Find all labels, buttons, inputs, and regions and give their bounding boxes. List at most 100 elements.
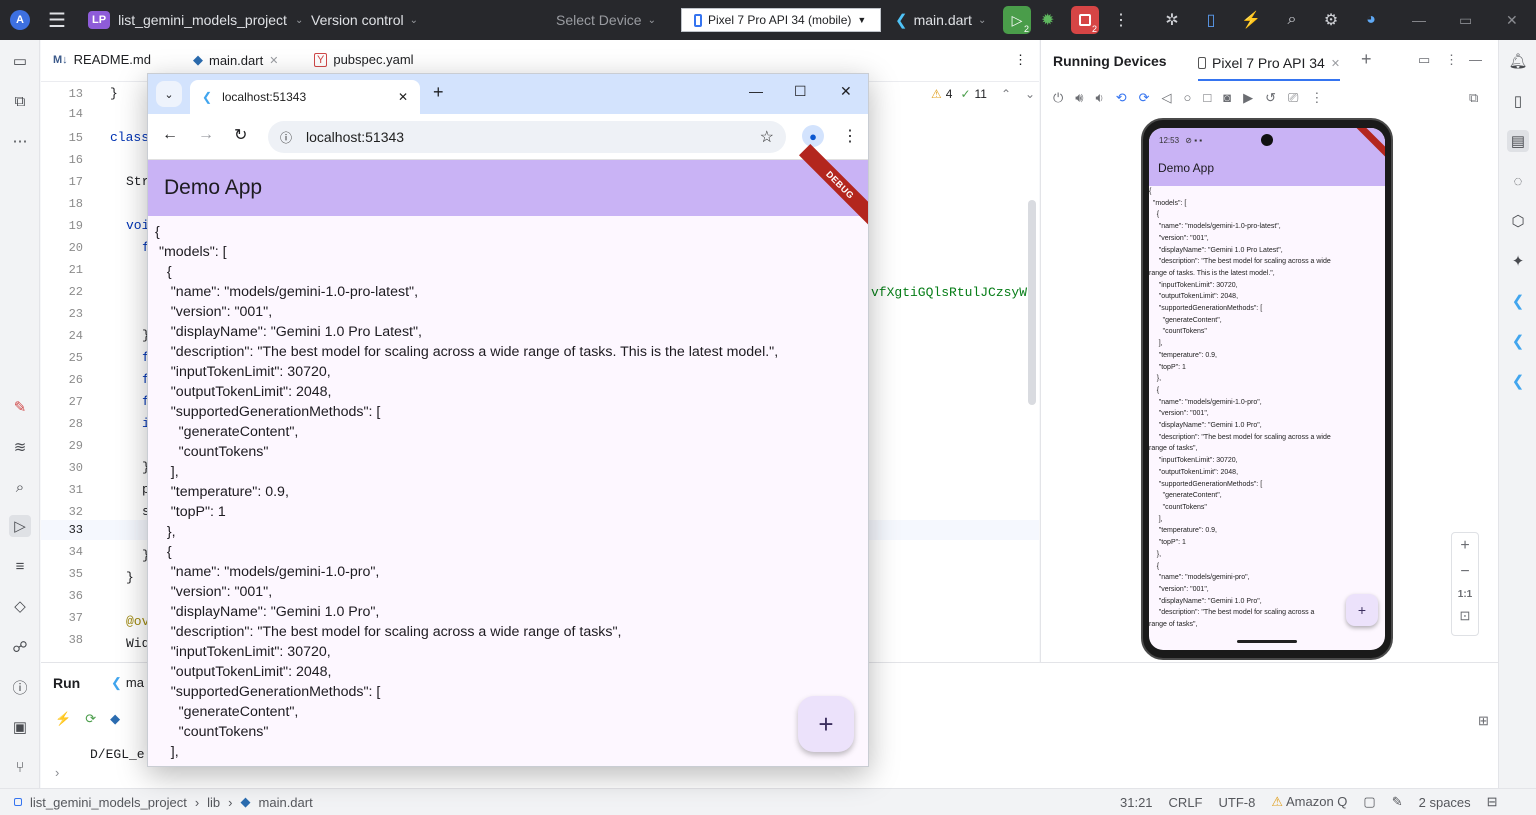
close-tab-icon[interactable]: ✕ [398, 90, 408, 104]
close-icon[interactable]: ✕ [1331, 57, 1340, 70]
device-tab[interactable]: Pixel 7 Pro API 34 ✕ [1198, 47, 1341, 81]
stop-button[interactable]: 2 [1071, 6, 1099, 34]
chevron-down-icon[interactable]: ⌄ [1025, 87, 1035, 101]
hot-reload-icon[interactable]: ⚡ [55, 711, 71, 727]
forward-icon[interactable]: → [198, 126, 214, 144]
structure-icon[interactable]: ⧉ [9, 90, 31, 112]
device-mirror-icon[interactable]: ▯ [1507, 90, 1529, 112]
flutter-outline-icon[interactable]: ❮ [1507, 370, 1529, 392]
code-line[interactable]: } [110, 84, 118, 104]
gemini-icon[interactable]: ◕ [1360, 0, 1382, 40]
app-logo-icon[interactable]: A [10, 0, 30, 40]
more-tools-icon[interactable]: ⋯ [9, 130, 31, 152]
api-key-string[interactable]: vfXgtiGQlsRtulJCzsyWl [871, 283, 1035, 303]
back-icon[interactable]: ← [162, 126, 178, 144]
select-device-dropdown[interactable]: Select Device ⌄ [556, 0, 656, 40]
close-window-icon[interactable]: ✕ [840, 83, 852, 100]
editor-scrollbar[interactable] [1028, 200, 1036, 405]
code-line[interactable]: @ov [126, 612, 149, 632]
tab-search-icon[interactable]: ⌄ [156, 81, 182, 107]
devtools-icon[interactable]: ◆ [110, 711, 120, 727]
address-bar[interactable]: ⓘ localhost:51343 ☆ [268, 121, 786, 153]
search-icon[interactable]: ⌕ [1281, 0, 1303, 40]
close-icon[interactable]: ✕ [269, 54, 278, 67]
overview-icon[interactable]: □ [1203, 90, 1211, 106]
more-icon[interactable]: ⋮ [1310, 90, 1323, 106]
minimize-icon[interactable]: — [1412, 0, 1426, 40]
site-info-icon[interactable]: ⓘ [280, 129, 292, 146]
fab-button[interactable]: + [798, 696, 854, 752]
tab-pubspec[interactable]: Y pubspec.yaml [314, 52, 414, 67]
screenshot-icon[interactable]: ◙ [1223, 90, 1231, 106]
layout-toggle-icon[interactable]: ⊞ [1478, 713, 1489, 729]
code-line[interactable]: class [110, 128, 149, 148]
logcat-icon[interactable]: ≡ [9, 555, 31, 577]
project-selector[interactable]: LP list_gemini_models_project ⌄ [88, 0, 303, 40]
new-tab-icon[interactable]: + [433, 82, 444, 103]
zoom-in-icon[interactable]: + [1460, 537, 1469, 555]
flutter-performance-icon[interactable]: ❮ [1507, 330, 1529, 352]
sparkle-icon[interactable]: ✦ [1507, 250, 1529, 272]
power-icon[interactable]: ⏻ [1053, 90, 1063, 106]
run-tab[interactable]: Run [53, 675, 80, 691]
lock-icon[interactable]: ▢ [1363, 794, 1375, 810]
layout-icon[interactable]: ▭ [1418, 52, 1430, 68]
zoom-fit-icon[interactable]: ⊡ [1460, 608, 1471, 624]
run-subtab[interactable]: ❮ ma [111, 675, 144, 691]
code-line[interactable]: Wid [126, 634, 149, 654]
breadcrumb-lib[interactable]: lib [207, 795, 220, 810]
mirror-icon[interactable]: ⧉ [1469, 90, 1478, 106]
code-line[interactable]: voi [126, 216, 149, 236]
zoom-actual-button[interactable]: 1:1 [1458, 589, 1472, 600]
code-line[interactable]: Str [126, 172, 149, 192]
add-device-icon[interactable]: + [1361, 49, 1372, 70]
hot-restart-icon[interactable]: ⟳ [85, 711, 96, 727]
maximize-icon[interactable]: ☐ [794, 83, 807, 100]
run-config-selector[interactable]: ❮ main.dart ⌄ [895, 0, 986, 40]
chevron-up-icon[interactable]: ⌃ [1001, 87, 1011, 101]
git-icon[interactable]: ⑂ [9, 756, 31, 778]
hexagon-icon[interactable]: ⬡ [1507, 210, 1529, 232]
maximize-icon[interactable]: ▭ [1459, 0, 1472, 40]
terminal-icon[interactable]: ▣ [9, 716, 31, 738]
phone-fab-button[interactable]: + [1346, 594, 1378, 626]
settings-icon[interactable]: ⚙ [1320, 0, 1342, 40]
caret-position[interactable]: 31:21 [1120, 795, 1153, 810]
rotate-left-icon[interactable]: ⟲ [1116, 90, 1127, 106]
gem-icon[interactable]: ◇ [9, 595, 31, 617]
close-icon[interactable]: ✕ [1506, 0, 1518, 40]
rotate-right-icon[interactable]: ⟳ [1139, 90, 1150, 106]
memory-icon[interactable]: ⊟ [1487, 794, 1498, 810]
debug-icon[interactable]: ✹ [1041, 0, 1054, 40]
file-encoding[interactable]: UTF-8 [1219, 795, 1256, 810]
hot-reload-icon[interactable]: ⚡ [1240, 0, 1262, 40]
snapshot-icon[interactable]: ⎚ [1288, 90, 1298, 106]
problems-icon[interactable]: ⓘ [9, 676, 31, 698]
notifications-icon[interactable]: 🔔︎ [1507, 50, 1529, 72]
zoom-out-icon[interactable]: − [1460, 563, 1469, 581]
profile-avatar[interactable]: ● [802, 125, 824, 147]
code-line[interactable]: } [126, 568, 134, 588]
bug-icon[interactable]: ✲ [1161, 0, 1183, 40]
more-icon[interactable]: ⋮ [1445, 52, 1458, 68]
tools-icon[interactable]: ✎ [1392, 794, 1403, 810]
chrome-tab[interactable]: ❮ localhost:51343 ✕ [190, 80, 420, 114]
more-icon[interactable]: ⋮ [1113, 0, 1129, 40]
chrome-menu-icon[interactable]: ⋮ [842, 126, 858, 146]
volume-up-icon[interactable]: 🔊︎ [1075, 90, 1083, 106]
vcs-menu[interactable]: Version control ⌄ [311, 0, 418, 40]
minimize-icon[interactable]: — [749, 83, 763, 99]
indent-setting[interactable]: 2 spaces [1419, 795, 1471, 810]
assistant-icon[interactable]: ◌ [1507, 170, 1529, 192]
breadcrumb-project[interactable]: list_gemini_models_project [30, 795, 187, 810]
main-menu-icon[interactable]: ☰ [48, 0, 66, 40]
run-tool-icon[interactable]: ▷ [9, 515, 31, 537]
running-devices-icon[interactable]: ▤ [1507, 130, 1529, 152]
back-icon[interactable]: ◁ [1162, 90, 1172, 106]
reset-icon[interactable]: ↺ [1265, 90, 1276, 106]
home-icon[interactable]: ○ [1184, 90, 1192, 106]
tab-readme[interactable]: M↓ README.md [53, 52, 151, 67]
profiler-icon[interactable]: ☍ [9, 636, 31, 658]
amazon-q-widget[interactable]: ⚠ Amazon Q [1271, 794, 1347, 810]
layers-icon[interactable]: ≋ [9, 436, 31, 458]
